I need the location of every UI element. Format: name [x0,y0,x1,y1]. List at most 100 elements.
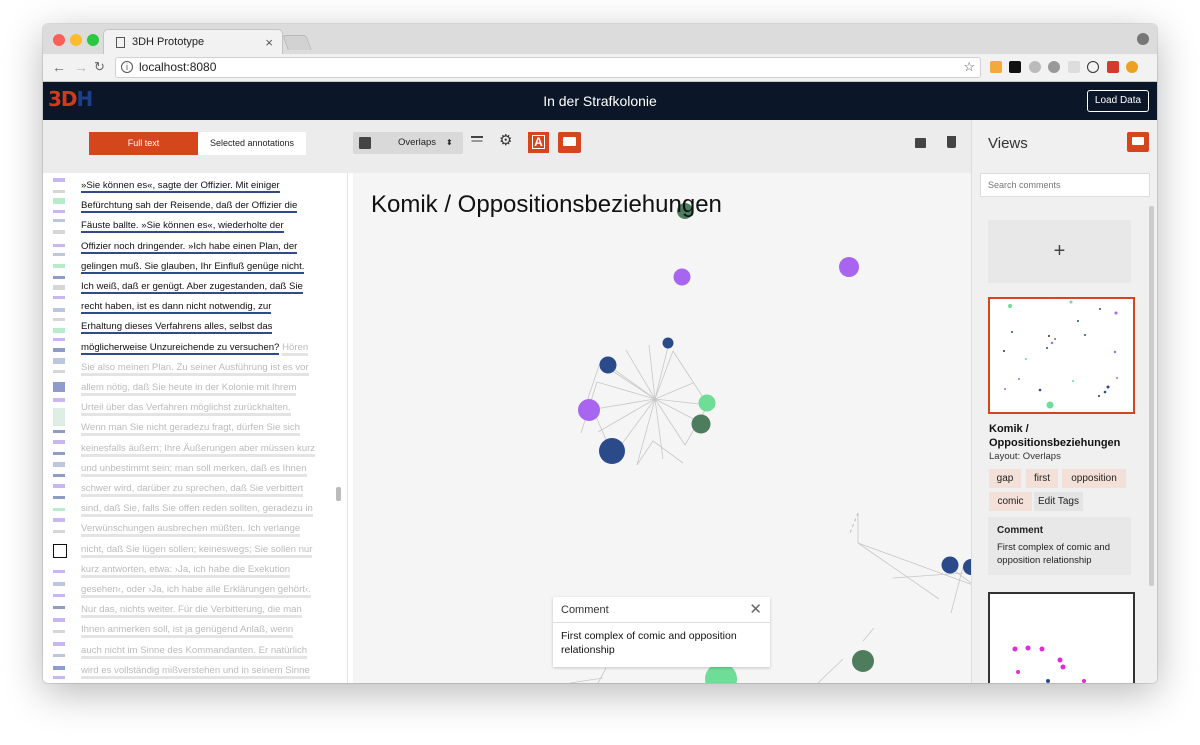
text-line[interactable]: gesehen‹, oder ›Ja, ich habe alle Erklär… [81,584,311,599]
text-line[interactable]: keinesfalls äußern; Ihre Äußerungen aber… [81,442,316,457]
reload-icon[interactable]: ↻ [94,59,105,75]
text-line[interactable]: Ich weiß, daß er genügt. Aber zugestande… [81,281,303,295]
extension-icon-6[interactable] [1087,61,1099,73]
graph-node [578,399,600,421]
edit-tags-button[interactable]: Edit Tags [1034,492,1083,511]
graph-node [839,257,859,277]
profile-icon[interactable] [1137,33,1149,45]
visualization-canvas[interactable]: Komik / Oppositionsbeziehungen Comment ✕… [353,173,971,683]
views-scrollbar[interactable] [1149,206,1154,586]
search-comments-input[interactable]: Search comments [980,173,1150,197]
thumbnail-plot [1012,645,1086,683]
text-line[interactable]: möglicherweise Unzureichende zu versuche… [81,341,280,355]
graph-node [691,414,711,434]
tab-title: 3DH Prototype [132,36,205,48]
text-line[interactable]: nicht, daß Sie lügen sollen; keineswegs;… [81,543,313,558]
page-icon [116,36,125,48]
text-line[interactable]: Erhaltung dieses Verfahrens alles, selbs… [81,321,273,335]
extension-icon-3[interactable] [1029,61,1041,73]
main-area: Full text Selected annotations »Sie könn… [43,120,1157,683]
text-line[interactable]: Urteil über das Verfahren möglichst zurü… [81,402,291,417]
image-export-icon[interactable] [915,138,926,148]
view-thumbnail[interactable] [988,592,1135,683]
view-thumbnail[interactable] [988,297,1135,414]
viz-title: Komik / Oppositionsbeziehungen [371,191,722,218]
text-line[interactable]: gelingen muß. Sie glauben, Ihr Einfluß g… [81,260,305,274]
forward-arrow-icon[interactable]: → [74,59,88,75]
document-title: In der Strafkolonie [543,93,657,109]
text-line[interactable]: »Sie können es«, sagte der Offizier. Mit… [81,180,280,193]
address-bar[interactable]: i localhost:8080 ☆ [115,57,981,78]
text-line[interactable]: Sie also meinen Plan. Zu seiner Ausführu… [81,361,309,376]
full-text: »Sie können es«, sagte der Offizier. Mit… [81,176,317,681]
minimap-position-marker[interactable] [53,544,67,558]
browser-toolbar: ← → ↻ i localhost:8080 ☆ [43,54,1157,82]
trash-icon[interactable] [947,136,956,148]
layout-select[interactable]: Overlaps [398,132,436,154]
text-line[interactable]: wird es vollständig mißverstehen und in … [81,664,310,679]
text-line[interactable]: Verwünschungen ausbrechen müßten. Ich ve… [81,523,301,538]
views-panel: Views Search comments + Komik / Oppositi… [971,120,1157,683]
text-line[interactable]: allem nötig, daß Sie heute in der Koloni… [81,382,297,397]
new-tab-button[interactable] [282,35,312,50]
graph-node [698,394,716,412]
bar-chart-icon[interactable] [359,137,371,149]
comment-icon[interactable] [558,132,581,153]
title-bar: 3DH Prototype × [43,24,1157,54]
bookmark-star-icon[interactable]: ☆ [963,57,975,76]
text-line[interactable]: Wenn man Sie nicht geradezu fragt, dürfe… [81,422,301,437]
text-line[interactable]: kurz antworten, etwa: ›Ja, ich habe die … [81,563,291,578]
extension-icon-8[interactable] [1126,61,1138,73]
panel-divider[interactable] [347,173,348,683]
select-arrows-icon[interactable]: ⬍ [446,132,453,154]
tag-gap[interactable]: gap [989,469,1021,488]
text-line[interactable]: Befürchtung sah der Reisende, daß der Of… [81,200,298,214]
graph-node [662,337,674,349]
close-icon[interactable]: ✕ [749,597,762,623]
extension-icon-5[interactable] [1068,61,1080,73]
text-line[interactable]: Hören [282,341,309,356]
annotation-a-icon[interactable]: A [528,132,549,153]
zoom-window-dot[interactable] [87,34,99,46]
view-comment-card[interactable]: Comment First complex of comic and oppos… [988,517,1131,575]
add-view-button[interactable]: + [988,220,1131,283]
gear-icon[interactable]: ⚙ [499,133,512,148]
extension-icon-4[interactable] [1048,61,1060,73]
extension-icon-1[interactable] [990,61,1002,73]
text-line[interactable]: schwer wird, darüber zu sprechen, daß Si… [81,483,304,498]
thumbnail-plot [1003,300,1118,409]
text-line[interactable]: Ihnen anmerken soll, ist ja genügend Anl… [81,624,294,639]
graph-node [599,438,625,464]
extension-icon-7[interactable] [1107,61,1119,73]
popup-body: First complex of comic and opposition re… [561,630,737,656]
tab-selected-annotations[interactable]: Selected annotations [198,132,306,155]
load-data-button[interactable]: Load Data [1087,90,1149,112]
comment-icon[interactable] [1127,132,1149,152]
popup-header: Comment ✕ [553,597,770,623]
info-icon[interactable]: i [121,61,133,73]
browser-tab[interactable]: 3DH Prototype × [103,29,283,54]
graph-node [673,268,691,286]
back-arrow-icon[interactable]: ← [52,59,66,75]
text-line[interactable]: und unbestimmt sein; man soll merken, da… [81,462,307,477]
text-scroll-handle[interactable] [336,487,341,501]
text-line[interactable]: auch nicht im Sinne des Kommandanten. Er… [81,644,308,659]
minimize-window-dot[interactable] [70,34,82,46]
annotation-minimap[interactable] [53,178,65,683]
tab-close-icon[interactable]: × [265,35,273,50]
text-line[interactable]: Fäuste ballte. »Sie können es«, wiederho… [81,220,284,234]
graph-node [941,556,959,574]
tag-opposition[interactable]: opposition [1062,469,1126,488]
tag-comic[interactable]: comic [989,492,1032,511]
tag-first[interactable]: first [1026,469,1058,488]
text-view-tabs: Full text Selected annotations [43,120,353,173]
text-line[interactable]: sind, daß Sie, falls Sie offen reden sol… [81,503,313,518]
text-line[interactable]: Nur das, nichts weiter. Für die Verbitte… [81,604,302,619]
text-line[interactable]: Offizier noch dringender. »Ich habe eine… [81,240,298,254]
close-window-dot[interactable] [53,34,65,46]
text-line[interactable]: recht haben, ist es dann nicht notwendig… [81,301,272,315]
comment-popup: Comment ✕ First complex of comic and opp… [553,597,770,667]
filter-icon[interactable] [471,136,483,138]
tab-full-text[interactable]: Full text [89,132,198,155]
extension-icon-2[interactable] [1009,61,1021,73]
